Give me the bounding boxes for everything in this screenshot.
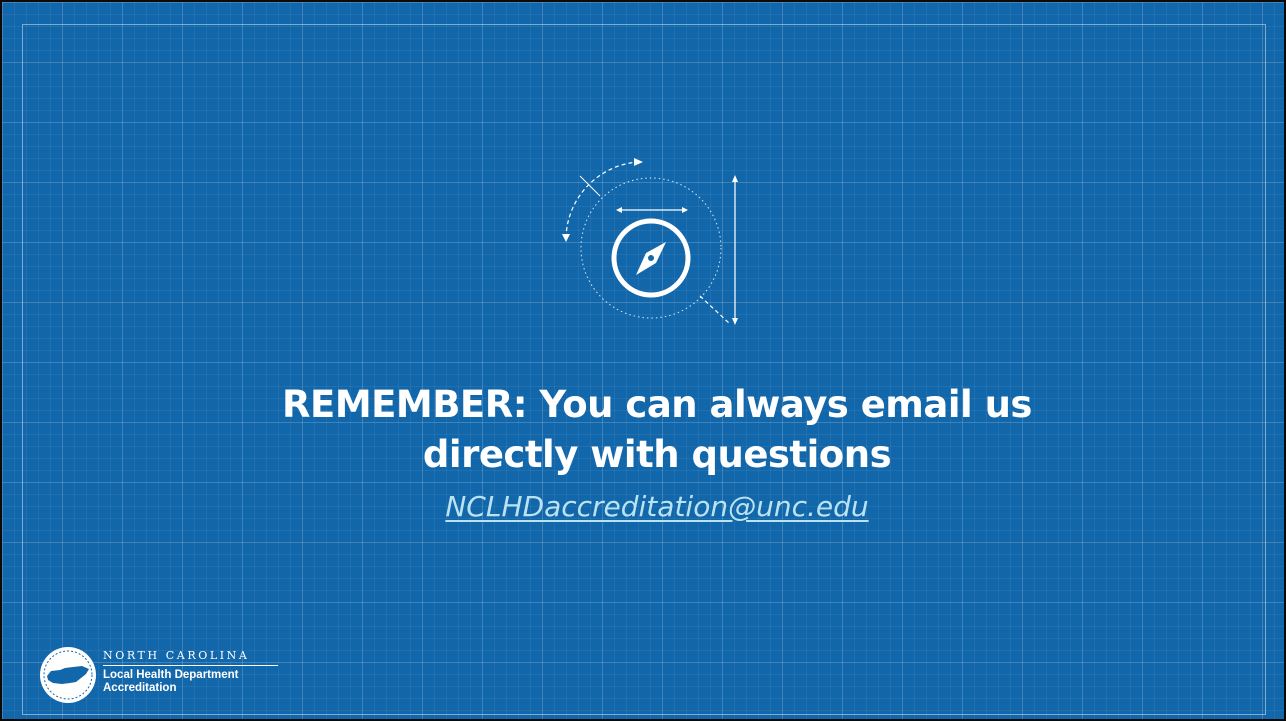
headline-line-2: directly with questions: [422, 433, 892, 476]
slide-inner-frame: [22, 24, 1266, 715]
logo-name: Local Health Department Accreditation: [103, 669, 278, 695]
logo-name-line-2: Accreditation: [103, 682, 177, 694]
headline: REMEMBER: You can always email us direct…: [202, 380, 1112, 480]
slide: REMEMBER: You can always email us direct…: [0, 0, 1286, 721]
email-link[interactable]: NCLHDaccreditation@unc.edu: [202, 490, 1112, 523]
logo-name-line-1: Local Health Department: [103, 669, 239, 681]
compass-icon: [562, 158, 738, 325]
nc-lhd-accreditation-logo: NORTH CAROLINA Local Health Department A…: [38, 645, 278, 707]
logo-text: NORTH CAROLINA Local Health Department A…: [103, 649, 278, 695]
north-carolina-seal-icon: [40, 647, 96, 703]
logo-state: NORTH CAROLINA: [103, 649, 278, 666]
headline-line-1: REMEMBER: You can always email us: [282, 383, 1032, 426]
